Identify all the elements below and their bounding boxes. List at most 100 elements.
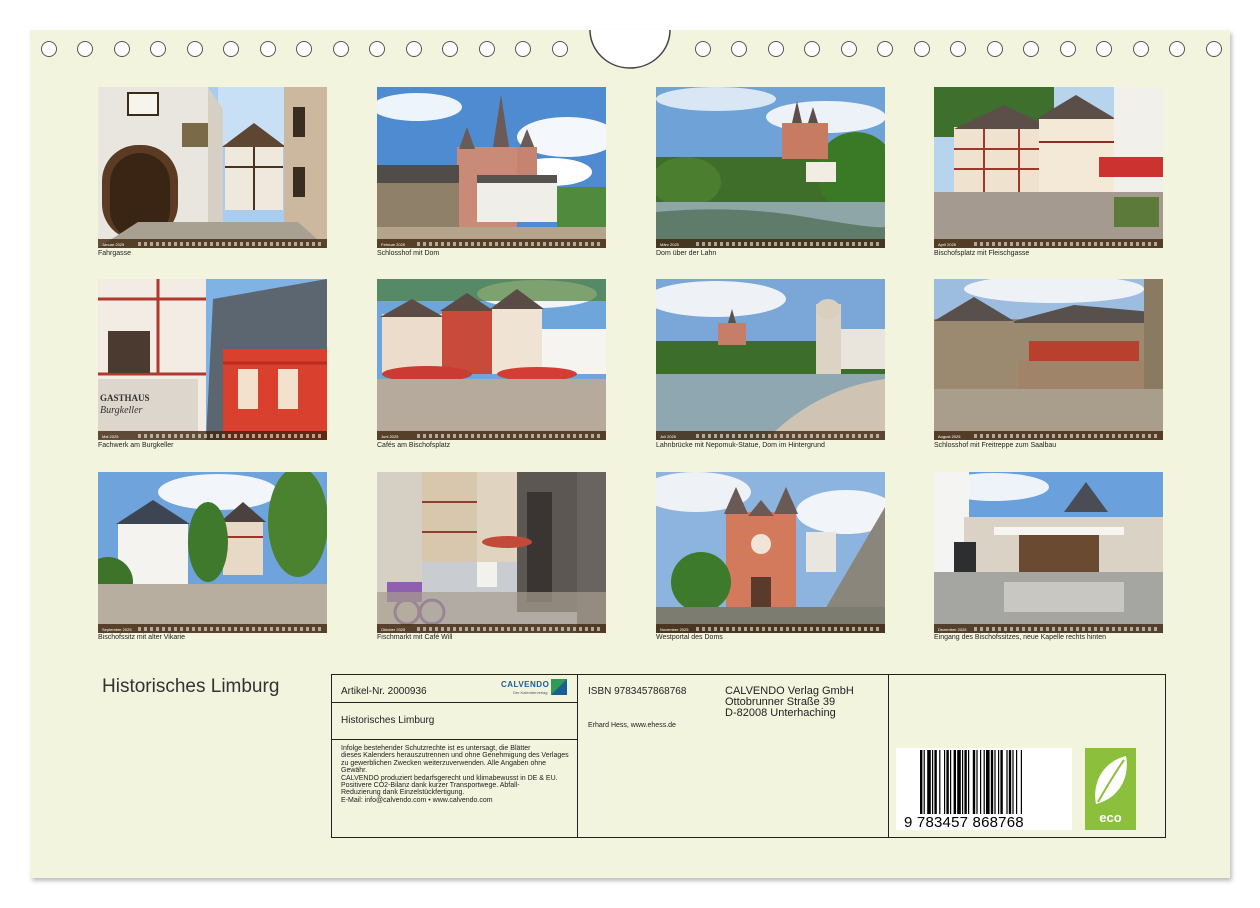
barcode-bar — [968, 750, 970, 814]
author: Erhard Hess, www.ehess.de — [588, 722, 676, 729]
binding-hole — [1169, 41, 1185, 57]
binding-hole — [41, 41, 57, 57]
binding-hole — [150, 41, 166, 57]
legal-notice: Infolge bestehender Schutzrechte ist es … — [341, 745, 575, 804]
legal-line: dieses Kalenders herauszutrennen und ohn… — [341, 752, 569, 760]
binding-hole — [369, 41, 385, 57]
photo-caption: Fachwerk am Burgkeller — [98, 442, 174, 449]
photo-caption: Dom über der Lahn — [656, 250, 717, 257]
month-label: Februar 2025 — [381, 242, 406, 247]
photo-july: Juli 2025 — [656, 279, 885, 440]
binding-hole — [987, 41, 1003, 57]
photo-caption: Eingang des Bischofssitzes, neue Kapelle… — [934, 634, 1106, 641]
barcode-bar — [986, 750, 990, 814]
binding-hole — [442, 41, 458, 57]
barcode-bar — [939, 750, 941, 814]
month-label: Oktober 2025 — [381, 627, 406, 632]
binding-hole — [804, 41, 820, 57]
hanger-cutout — [589, 29, 671, 69]
photo-february: Februar 2025 — [377, 87, 606, 248]
eco-label: eco — [1099, 810, 1122, 825]
isbn: ISBN 9783457868768 — [588, 686, 687, 697]
binding-hole — [950, 41, 966, 57]
binding-hole — [515, 41, 531, 57]
binding-hole — [695, 41, 711, 57]
barcode-bar — [932, 750, 934, 814]
divider — [331, 739, 578, 740]
calvendo-tagline: Der Kalenderverlag — [513, 690, 548, 695]
calvendo-mark-icon — [551, 679, 567, 695]
legal-line: E-Mail: info@calvendo.com • www.calvendo… — [341, 796, 493, 804]
barcode-digits: 9 783457 868768 — [904, 814, 1024, 831]
photo-may: GASTHAUS Burgkeller Mai 2025 — [98, 279, 327, 440]
binding-hole — [187, 41, 203, 57]
barcode-bar — [972, 750, 976, 814]
binding-hole — [552, 41, 568, 57]
binding-hole — [296, 41, 312, 57]
photo-january: Januar 2025 — [98, 87, 327, 248]
barcode-bar — [962, 750, 964, 814]
barcode-bar — [1016, 750, 1018, 814]
photo-caption: Fahrgasse — [98, 250, 132, 257]
barcode-bar — [946, 750, 949, 814]
eco-badge: eco — [1085, 748, 1136, 830]
binding-hole — [914, 41, 930, 57]
photo-caption: Fischmarkt mit Café Will — [377, 634, 453, 641]
calvendo-logo-text: CALVENDO — [501, 680, 550, 689]
month-label: Juni 2025 — [381, 434, 399, 439]
barcode-bar — [1000, 750, 1003, 814]
binding-hole — [260, 41, 276, 57]
barcode-bar — [964, 750, 967, 814]
month-label: April 2025 — [938, 242, 957, 247]
barcode-bar — [927, 750, 931, 814]
calendar-title: Historisches Limburg — [102, 676, 280, 697]
photo-november: November 2025 — [656, 472, 885, 633]
barcode-bar — [950, 750, 952, 814]
binding-hole — [1206, 41, 1222, 57]
binding-hole — [731, 41, 747, 57]
barcode-bar — [957, 750, 961, 814]
barcode-bar — [923, 750, 925, 814]
barcode-bar — [983, 750, 985, 814]
legal-line: CALVENDO produziert bedarfsgerecht und k… — [341, 774, 558, 782]
binding-hole — [479, 41, 495, 57]
photo-caption: Schlosshof mit Freitreppe zum Saalbau — [934, 442, 1057, 449]
barcode-bar — [998, 750, 1000, 814]
month-label: August 2025 — [938, 434, 961, 439]
photo-caption: Cafés am Bischofsplatz — [377, 442, 451, 449]
barcode-bar — [1006, 750, 1008, 814]
binding-hole — [1133, 41, 1149, 57]
barcode-bar — [1020, 750, 1022, 814]
photo-august: August 2025 — [934, 279, 1163, 440]
month-label: September 2025 — [102, 627, 132, 632]
barcode-bar — [1012, 750, 1014, 814]
binding-hole — [1023, 41, 1039, 57]
month-label: Dezember 2025 — [938, 627, 967, 632]
publisher-line: D-82008 Unterhaching — [725, 707, 836, 719]
barcode-bar — [920, 750, 923, 814]
binding-hole — [406, 41, 422, 57]
binding-hole — [768, 41, 784, 57]
barcode-bar — [980, 750, 982, 814]
photo-october: Oktober 2025 — [377, 472, 606, 633]
photo-caption: Bischofsplatz mit Fleischgasse — [934, 250, 1030, 257]
binding-hole — [333, 41, 349, 57]
barcode-bar — [944, 750, 946, 814]
leaf-icon — [1095, 756, 1127, 804]
barcode-bar — [976, 750, 978, 814]
month-label: November 2025 — [660, 627, 689, 632]
legal-line: Gewähr. — [341, 767, 368, 775]
product-title: Historisches Limburg — [341, 715, 435, 726]
article-number: Artikel-Nr. 2000936 — [341, 686, 427, 697]
barcode-bar — [934, 750, 937, 814]
barcode: 9 783457 868768 — [896, 748, 1072, 831]
barcode-bar — [990, 750, 994, 814]
legal-line: Reduzierung dank Einzelstückfertigung. — [341, 789, 465, 797]
calvendo-logo: CALVENDO Der Kalenderverlag — [499, 678, 569, 698]
divider — [331, 702, 578, 703]
photo-caption: Bischofssitz mit alter Vikarie — [98, 634, 186, 641]
binding-hole — [1060, 41, 1076, 57]
photo-september: September 2025 — [98, 472, 327, 633]
photo-caption: Westportal des Doms — [656, 634, 723, 641]
photo-caption: Schlosshof mit Dom — [377, 250, 440, 257]
